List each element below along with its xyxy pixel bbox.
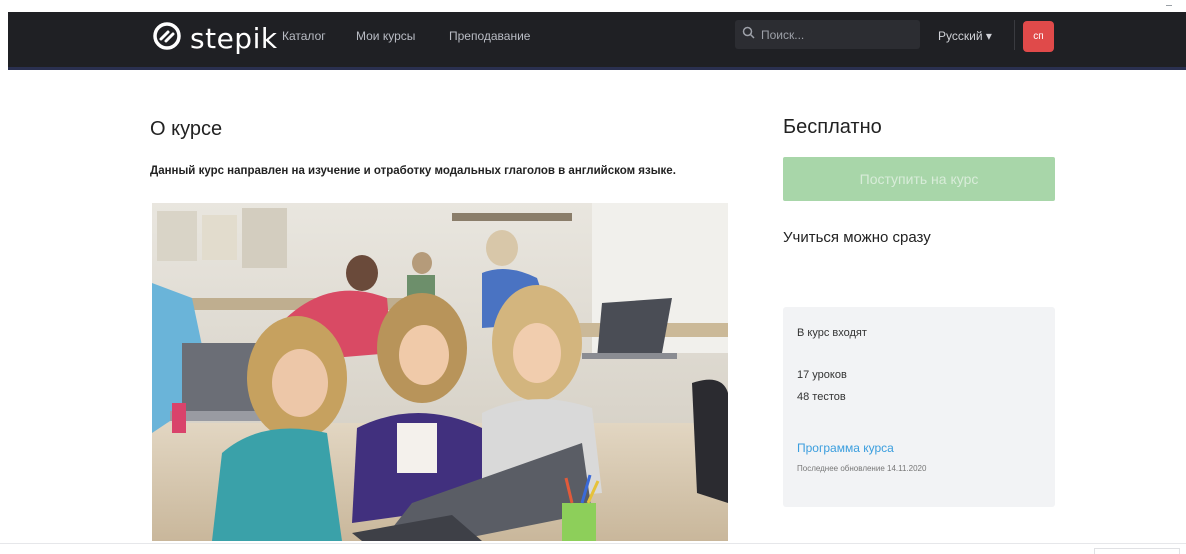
bottom-corner-box: [1094, 548, 1180, 554]
program-link[interactable]: Программа курса: [797, 441, 894, 455]
nav-catalog[interactable]: Каталог: [282, 29, 326, 43]
avatar[interactable]: сп: [1023, 21, 1054, 52]
page: stepik Каталог Мои курсы Преподавание Ру…: [0, 0, 1186, 554]
nav-separator: [1014, 20, 1015, 50]
search-box[interactable]: [735, 20, 920, 49]
language-selector[interactable]: Русский ▾: [938, 29, 992, 43]
navbar: stepik Каталог Мои курсы Преподавание Ру…: [8, 12, 1186, 70]
logo-text: stepik: [190, 21, 278, 55]
about-description: Данный курс направлен на изучение и отра…: [150, 165, 676, 177]
search-icon: [735, 26, 755, 44]
price-label: Бесплатно: [783, 116, 882, 138]
enroll-button[interactable]: Поступить на курс: [783, 157, 1055, 201]
minimize-dash[interactable]: [1166, 5, 1172, 6]
search-input[interactable]: [759, 26, 913, 43]
course-info-box: В курс входят 17 уроков 48 тестов Програ…: [783, 307, 1055, 507]
bottom-divider: [0, 543, 1186, 544]
logo[interactable]: stepik: [152, 21, 278, 56]
nav-my-courses[interactable]: Мои курсы: [356, 29, 415, 43]
stepik-logo-icon: [152, 21, 182, 56]
start-now-text: Учиться можно сразу: [783, 229, 931, 246]
tests-count: 48 тестов: [797, 391, 846, 403]
about-title: О курсе: [150, 118, 223, 140]
last-updated: Последнее обновление 14.11.2020: [797, 464, 927, 473]
nav-teaching[interactable]: Преподавание: [449, 29, 530, 43]
lessons-count: 17 уроков: [797, 369, 847, 381]
top-strip: [0, 0, 1186, 12]
info-heading: В курс входят: [797, 327, 867, 339]
course-photo: [152, 203, 728, 541]
